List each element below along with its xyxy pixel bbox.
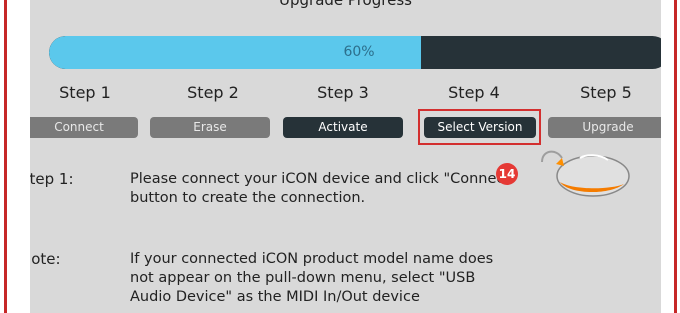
mouse-cable [541, 150, 563, 163]
connect-button[interactable]: Connect [30, 117, 138, 138]
step-3-label: Step 3 [317, 83, 369, 102]
upgrade-button[interactable]: Upgrade [548, 117, 661, 138]
mouse-icon [541, 150, 630, 197]
note-line2: not appear on the pull-down menu, select… [130, 270, 476, 286]
step-2-label: Step 2 [187, 83, 239, 102]
upgrade-progress-title: Upgrade Progress [279, 0, 412, 9]
frame-right-border [674, 0, 677, 313]
activate-button[interactable]: Activate [283, 117, 403, 138]
callout-badge: 14 [496, 163, 518, 185]
progress-percent: 60% [343, 44, 375, 60]
step1-instruction-label: Step 1: [30, 170, 74, 188]
progress-bar: 60% [49, 36, 661, 69]
erase-button[interactable]: Erase [150, 117, 270, 138]
note-label: Note: [30, 250, 61, 268]
frame-left-border [4, 0, 7, 313]
note-line3: Audio Device" as the MIDI In/Out device [130, 289, 420, 305]
select-version-highlight [418, 109, 541, 145]
upgrade-panel: Upgrade Progress 60% Step 1 Step 2 Step … [30, 0, 661, 313]
step-4-label: Step 4 [448, 83, 500, 102]
step-1-label: Step 1 [59, 83, 111, 102]
step-5-label: Step 5 [580, 83, 632, 102]
cursor-arrow-icon [556, 158, 564, 166]
step1-instruction-line2: button to create the connection. [130, 190, 366, 206]
note-line1: If your connected iCON product model nam… [130, 251, 494, 267]
